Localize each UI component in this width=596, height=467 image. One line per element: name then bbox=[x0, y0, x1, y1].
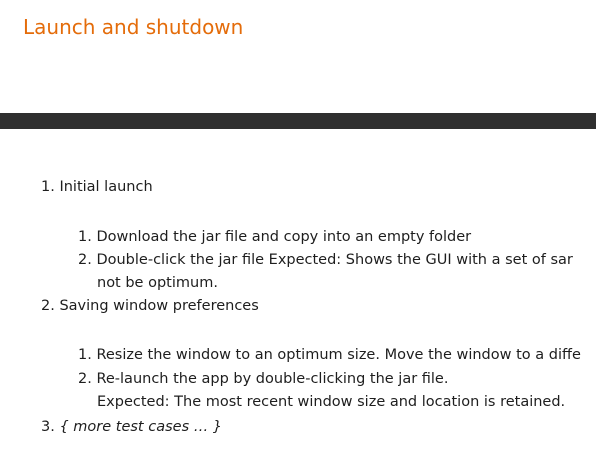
list-item: 3. { more test cases … } bbox=[41, 416, 222, 439]
list-item: 2. Re-launch the app by double-clicking … bbox=[78, 368, 448, 391]
list-item: 1. Resize the window to an optimum size.… bbox=[78, 344, 581, 367]
list-item: 2. Double-click the jar file Expected: S… bbox=[78, 249, 573, 272]
test-case-list: 1. Initial launch 1. Download the jar fi… bbox=[0, 0, 596, 467]
list-item: 1. Download the jar file and copy into a… bbox=[78, 226, 471, 249]
list-item-text: Resize the window to an optimum size. Mo… bbox=[96, 347, 581, 363]
list-item-number: 1. bbox=[41, 179, 55, 195]
list-item-number: 1. bbox=[78, 229, 92, 245]
list-item: 2. Saving window preferences bbox=[41, 295, 259, 318]
list-item-number: 2. bbox=[41, 298, 55, 314]
list-item-title: Saving window preferences bbox=[59, 298, 259, 314]
list-item-number: 1. bbox=[78, 347, 92, 363]
list-item-number: 2. bbox=[78, 252, 92, 268]
list-item-title: { more test cases … } bbox=[59, 419, 223, 435]
list-item: 1. Initial launch bbox=[41, 176, 153, 199]
list-item-text: Double-click the jar file Expected: Show… bbox=[96, 252, 573, 268]
list-item-number: 3. bbox=[41, 419, 55, 435]
list-item-number: 2. bbox=[78, 371, 92, 387]
list-item-continuation: not be optimum. bbox=[97, 275, 218, 291]
list-item-text: Download the jar file and copy into an e… bbox=[96, 229, 472, 245]
list-item-title: Initial launch bbox=[59, 179, 153, 195]
list-item-text: Re-launch the app by double-clicking the… bbox=[96, 371, 449, 387]
list-item-continuation: Expected: The most recent window size an… bbox=[97, 394, 566, 410]
